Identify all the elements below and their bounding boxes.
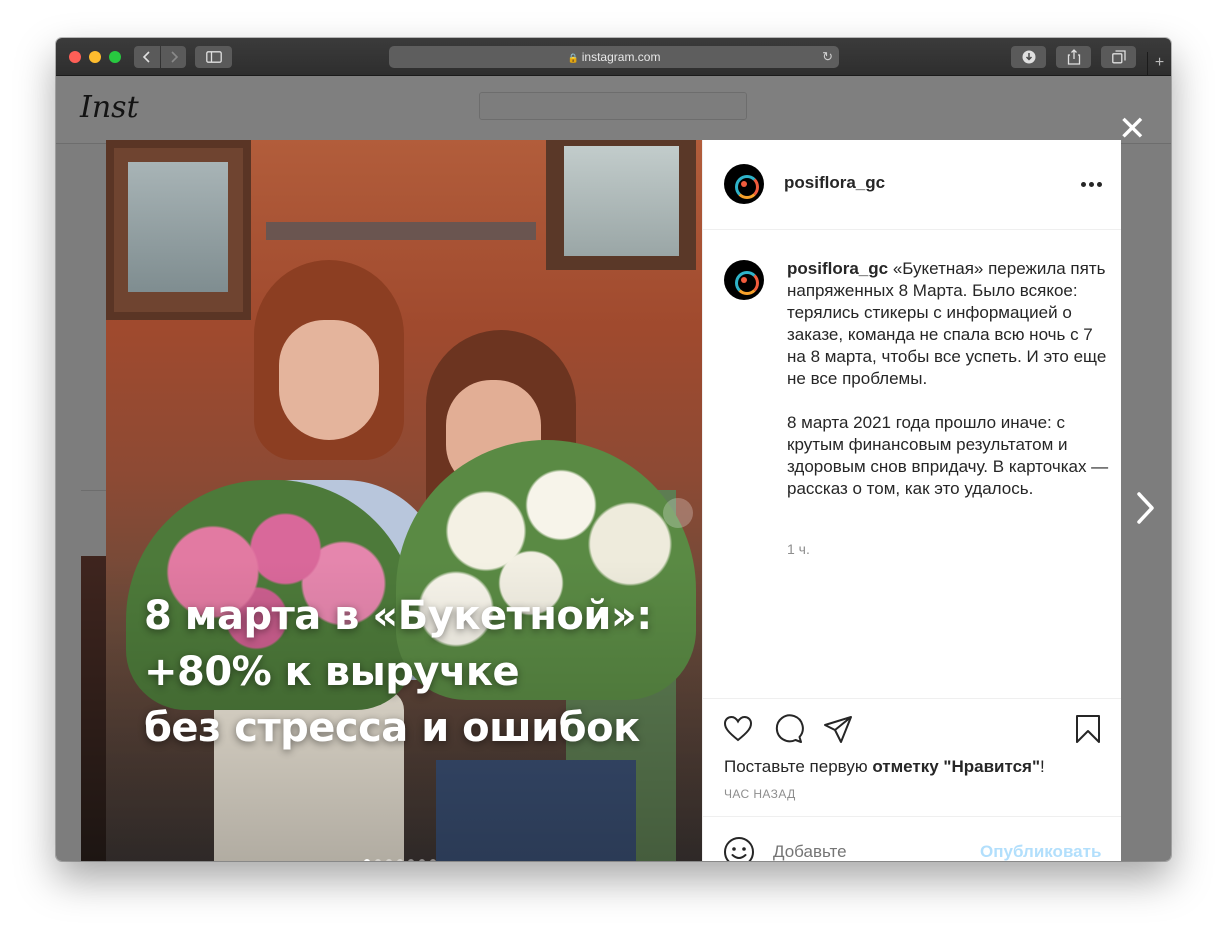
paper-plane-icon[interactable]: [822, 713, 854, 745]
post-modal: 8 марта в «Букетной»: +80% к выручке без…: [106, 140, 1121, 861]
avatar[interactable]: [724, 164, 764, 204]
post-side-panel: posiflora_gc posiflora_gc «Букетная» пер…: [702, 140, 1121, 861]
carousel-dot: [419, 859, 425, 861]
carousel-dot: [386, 859, 392, 861]
carousel-dot: [375, 859, 381, 861]
comment-composer: Опубликовать: [703, 816, 1121, 861]
download-icon: [1022, 50, 1035, 64]
comment-input[interactable]: [773, 839, 973, 861]
chevron-right-icon[interactable]: [1134, 488, 1158, 528]
window-sill: [266, 222, 536, 240]
sidebar-icon: [205, 51, 222, 63]
carousel-dot: [397, 859, 403, 861]
reload-icon[interactable]: ↻: [822, 46, 833, 68]
url-text: instagram.com: [581, 50, 661, 64]
avatar[interactable]: [724, 260, 764, 300]
bookmark-icon[interactable]: [1072, 713, 1104, 745]
photo-headline: 8 марта в «Букетной»: +80% к выручке без…: [144, 588, 684, 756]
likes-prefix: Поставьте первую: [724, 757, 873, 776]
lock-icon: 🔒: [567, 53, 579, 63]
minimize-window-button[interactable]: [89, 51, 101, 63]
carousel-dot: [430, 859, 436, 861]
new-tab-button[interactable]: +: [1147, 52, 1171, 76]
page-content: Inst ✕ 8 ма: [56, 76, 1171, 861]
carousel-next-button[interactable]: [663, 498, 693, 528]
share-button[interactable]: [1056, 46, 1091, 68]
headline-line-3: без стресса и ошибок: [144, 705, 640, 751]
tabs-icon: [1111, 50, 1126, 64]
tab-overview-button[interactable]: [1101, 46, 1136, 68]
post-timestamp: ЧАС НАЗАД: [724, 787, 796, 801]
likes-suffix: !: [1040, 757, 1045, 776]
caption-text-2: 8 марта 2021 года прошло иначе: с крутым…: [787, 413, 1109, 498]
close-icon[interactable]: ✕: [1118, 112, 1147, 146]
address-bar[interactable]: 🔒 instagram.com ↻: [389, 46, 839, 68]
browser-window: 🔒instagram.com ↻ + Inst ✕: [56, 38, 1171, 861]
chevron-left-icon: [142, 51, 150, 63]
caption-username[interactable]: posiflora_gc: [787, 259, 888, 278]
caption-text-1: «Букетная» пережила пять напряженных 8 М…: [787, 259, 1107, 388]
downloads-button[interactable]: [1011, 46, 1046, 68]
likes-link[interactable]: отметку "Нравится": [872, 757, 1040, 776]
building-window: [546, 140, 696, 270]
heart-icon[interactable]: [722, 713, 754, 745]
chevron-right-icon: [170, 51, 178, 63]
post-header: posiflora_gc: [703, 140, 1121, 230]
carousel-indicator: [364, 859, 436, 861]
comment-icon[interactable]: [772, 713, 804, 745]
post-username[interactable]: posiflora_gc: [784, 173, 885, 193]
post-actions: Поставьте первую отметку "Нравится"! ЧАС…: [703, 698, 1121, 816]
back-button[interactable]: [134, 46, 160, 68]
headline-line-2: +80% к выручке: [144, 649, 520, 695]
headline-line-1: 8 марта в «Букетной»:: [144, 593, 652, 639]
more-icon[interactable]: [1081, 182, 1105, 188]
sidebar-toggle-button[interactable]: [195, 46, 232, 68]
post-caption: posiflora_gc «Букетная» пережила пять на…: [787, 258, 1112, 522]
zoom-window-button[interactable]: [109, 51, 121, 63]
forward-button[interactable]: [161, 46, 186, 68]
publish-button[interactable]: Опубликовать: [980, 842, 1101, 861]
carousel-dot: [408, 859, 414, 861]
post-photo[interactable]: 8 марта в «Букетной»: +80% к выручке без…: [106, 140, 702, 861]
close-window-button[interactable]: [69, 51, 81, 63]
emoji-icon[interactable]: [723, 836, 755, 861]
carousel-dot: [364, 859, 370, 861]
share-icon: [1067, 49, 1080, 65]
browser-titlebar: 🔒 instagram.com ↻ +: [56, 38, 1171, 76]
caption-time: 1 ч.: [787, 541, 810, 557]
likes-summary: Поставьте первую отметку "Нравится"!: [724, 757, 1045, 777]
